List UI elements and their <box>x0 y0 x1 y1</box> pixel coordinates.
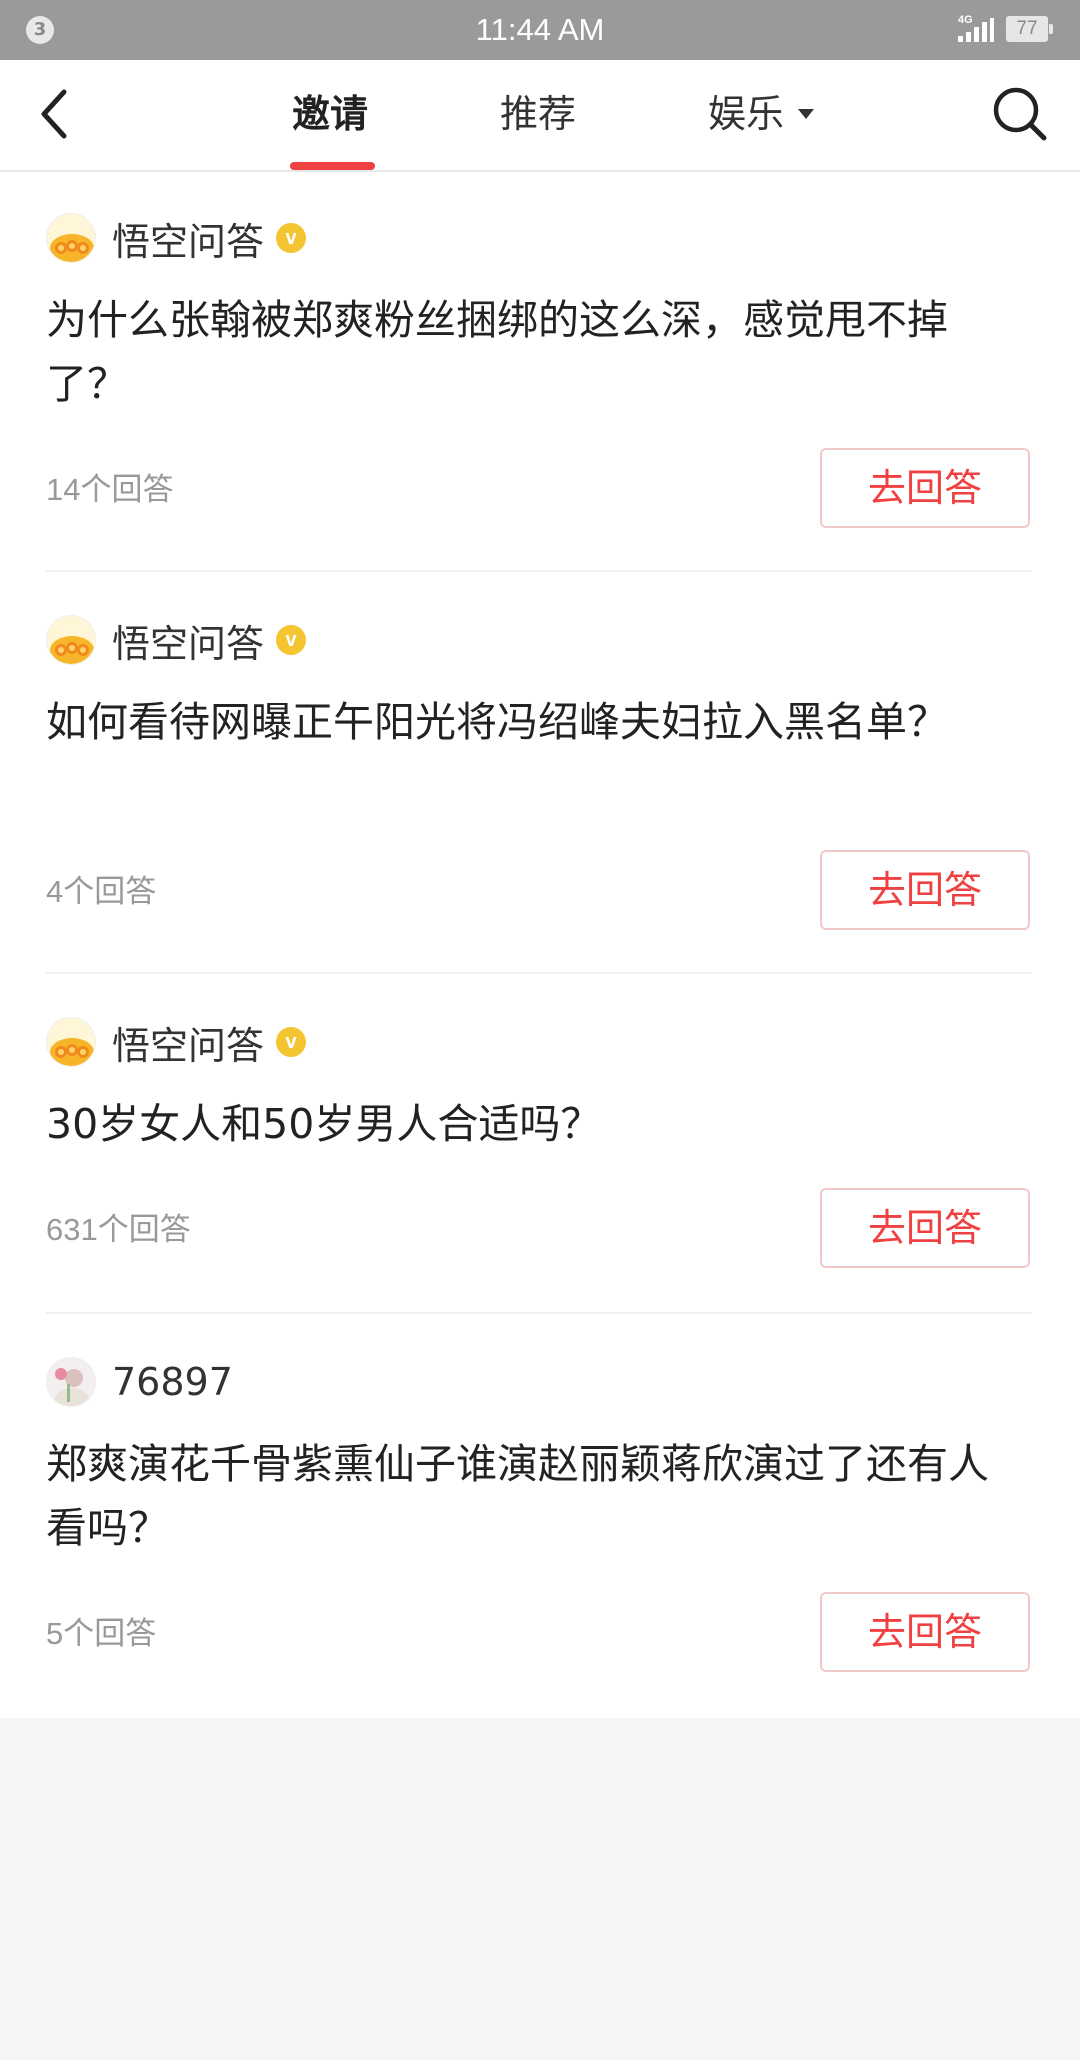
answer-count: 631个回答 <box>46 1212 191 1247</box>
active-tab-indicator <box>290 162 375 170</box>
divider <box>46 1312 1032 1314</box>
chevron-left-icon <box>41 89 67 139</box>
search-icon <box>993 87 1047 141</box>
question-card: 悟空问答 v 30岁女人和50岁男人合适吗？ 631个回答 去回答 <box>0 976 1080 1314</box>
question-title[interactable]: 郑爽演花千骨紫熏仙子谁演赵丽颖蒋欣演过了还有人看吗？ <box>46 1432 1026 1560</box>
dropdown-caret-icon <box>798 108 815 119</box>
question-author: 悟空问答 v <box>46 1016 307 1068</box>
answer-button[interactable]: 去回答 <box>820 448 1030 528</box>
status-time: 11:44 AM <box>475 12 605 47</box>
status-bar: 3 11:44 AM 4G 77 <box>0 0 1080 60</box>
author-name: 悟空问答 <box>112 219 265 264</box>
user-avatar-icon <box>46 1357 96 1407</box>
question-card: 76897 郑爽演花千骨紫熏仙子谁演赵丽颖蒋欣演过了还有人看吗？ 5个回答 去回… <box>0 1316 1080 1718</box>
question-card: 悟空问答 v 如何看待网曝正午阳光将冯绍峰夫妇拉入黑名单？ 4个回答 去回答 <box>0 574 1080 974</box>
tab-recommend[interactable]: 推荐 <box>500 60 576 170</box>
wukong-avatar-icon <box>46 213 96 263</box>
search-button[interactable] <box>990 84 1050 144</box>
answer-count: 14个回答 <box>46 472 174 507</box>
verified-icon: v <box>276 223 307 253</box>
tab-entertainment[interactable]: 娱乐 <box>708 60 815 170</box>
question-title[interactable]: 为什么张翰被郑爽粉丝捆绑的这么深，感觉甩不掉了？ <box>46 288 1026 416</box>
verified-icon: v <box>276 1027 307 1057</box>
tab-invite[interactable]: 邀请 <box>292 60 368 170</box>
question-author: 悟空问答 v <box>46 212 307 264</box>
wukong-avatar-icon <box>46 615 96 665</box>
question-card: 悟空问答 v 为什么张翰被郑爽粉丝捆绑的这么深，感觉甩不掉了？ 14个回答 去回… <box>0 172 1080 572</box>
question-author: 悟空问答 v <box>46 614 307 666</box>
question-title[interactable]: 30岁女人和50岁男人合适吗？ <box>46 1092 1026 1156</box>
answer-button[interactable]: 去回答 <box>820 1188 1030 1268</box>
answer-count: 5个回答 <box>46 1616 157 1651</box>
question-author: 76897 <box>46 1356 233 1408</box>
tab-entertainment-label: 娱乐 <box>708 92 785 136</box>
battery-icon: 77 <box>1006 16 1053 42</box>
answer-button[interactable]: 去回答 <box>820 1592 1030 1672</box>
divider <box>46 570 1032 572</box>
verified-icon: v <box>276 625 307 655</box>
answer-count: 4个回答 <box>46 874 157 909</box>
author-name: 76897 <box>112 1360 233 1404</box>
wukong-avatar-icon <box>46 1017 96 1067</box>
author-name: 悟空问答 <box>112 1023 265 1068</box>
network-type: 4G <box>958 14 973 26</box>
author-name: 悟空问答 <box>112 621 265 666</box>
top-nav-bar: 邀请 推荐 娱乐 <box>0 60 1080 172</box>
back-button[interactable] <box>30 84 86 144</box>
question-list: 悟空问答 v 为什么张翰被郑爽粉丝捆绑的这么深，感觉甩不掉了？ 14个回答 去回… <box>0 172 1080 1718</box>
divider <box>46 972 1032 974</box>
answer-button[interactable]: 去回答 <box>820 850 1030 930</box>
question-title[interactable]: 如何看待网曝正午阳光将冯绍峰夫妇拉入黑名单？ <box>46 690 1026 754</box>
